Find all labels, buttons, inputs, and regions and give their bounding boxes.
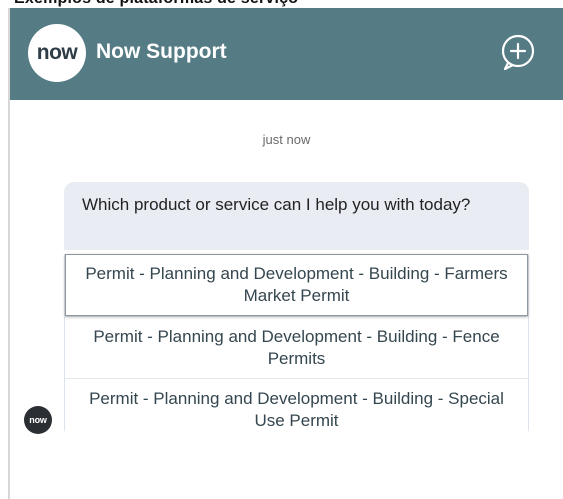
- option-label: Permit - Planning and Development - Buil…: [89, 388, 504, 430]
- brand-logo: now: [28, 24, 86, 82]
- avatar-logo-text: now: [29, 415, 47, 425]
- option-special-use-permit[interactable]: Permit - Planning and Development - Buil…: [65, 378, 528, 440]
- option-label: Permit - Planning and Development - Buil…: [93, 326, 500, 368]
- message-timestamp: just now: [262, 132, 311, 147]
- option-fence-permits[interactable]: Permit - Planning and Development - Buil…: [65, 316, 528, 378]
- bot-message-bubble: Which product or service can I help you …: [64, 182, 529, 250]
- cropped-heading: Exemplos de plataformas de serviço: [14, 0, 298, 8]
- chat-header: now Now Support: [10, 8, 563, 100]
- chat-window: Exemplos de plataformas de serviço now N…: [0, 0, 563, 499]
- bot-avatar: now: [24, 406, 52, 434]
- chat-body: just now Which product or service can I …: [10, 100, 563, 499]
- header-title: Now Support: [96, 40, 227, 63]
- new-chat-button[interactable]: [496, 32, 540, 76]
- option-label: Permit - Planning and Development - Buil…: [85, 264, 508, 305]
- bot-message-text: Which product or service can I help you …: [82, 195, 471, 214]
- option-farmers-market-permit[interactable]: Permit - Planning and Development - Buil…: [65, 254, 528, 316]
- logo-text: now: [36, 41, 78, 64]
- response-options: Permit - Planning and Development - Buil…: [64, 254, 529, 440]
- top-cropped-text-area: Exemplos de plataformas de serviço: [0, 0, 563, 8]
- add-chat-icon: [498, 32, 538, 77]
